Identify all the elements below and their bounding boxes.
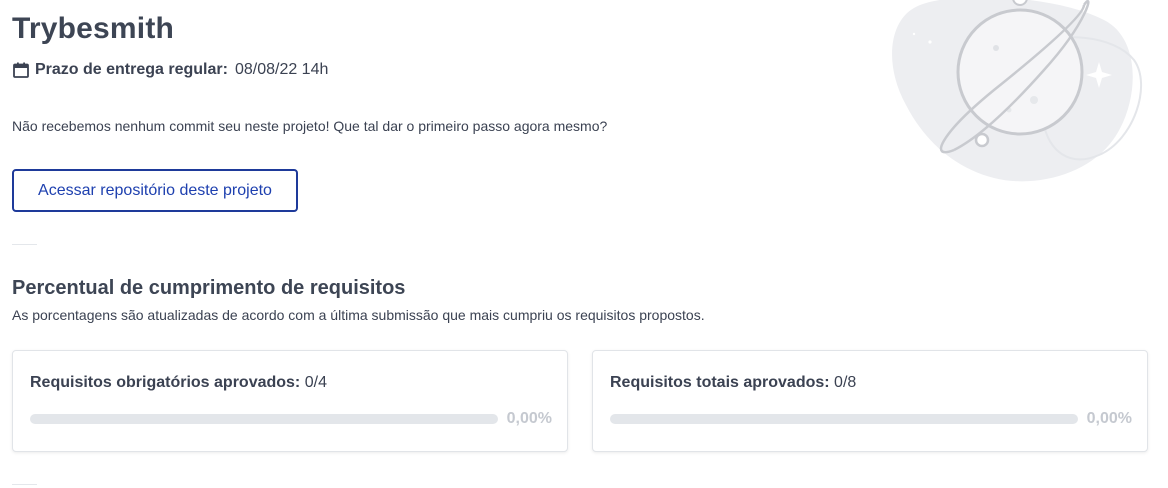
total-requirements-card: Requisitos totais aprovados: 0/8 0,00% xyxy=(592,350,1148,452)
deadline-row: Prazo de entrega regular: 08/08/22 14h xyxy=(12,61,328,79)
requirements-title: Percentual de cumprimento de requisitos xyxy=(12,277,406,299)
card-heading: Requisitos totais aprovados: 0/8 xyxy=(610,374,856,392)
requirements-subtitle: As porcentagens são atualizadas de acord… xyxy=(12,307,705,323)
project-title: Trybesmith xyxy=(12,12,175,45)
card-label: Requisitos totais aprovados: xyxy=(610,374,830,391)
card-count: 0/8 xyxy=(834,374,857,391)
divider xyxy=(12,484,37,485)
progress-bar xyxy=(30,414,498,424)
repo-access-button[interactable]: Acessar repositório deste projeto xyxy=(12,169,298,212)
card-label: Requisitos obrigatórios aprovados: xyxy=(30,374,301,391)
card-count: 0/4 xyxy=(304,374,327,391)
card-heading: Requisitos obrigatórios aprovados: 0/4 xyxy=(30,374,327,392)
progress-percent: 0,00% xyxy=(506,410,552,427)
calendar-icon xyxy=(12,61,30,79)
deadline-label: Prazo de entrega regular: xyxy=(35,61,228,78)
no-commit-message: Não recebemos nenhum commit seu neste pr… xyxy=(12,118,608,134)
deadline-value: 08/08/22 14h xyxy=(234,61,329,78)
divider xyxy=(12,244,37,245)
progress-percent: 0,00% xyxy=(1086,410,1132,427)
progress-bar xyxy=(610,414,1078,424)
project-page: Trybesmith Prazo de entrega regular: 08/… xyxy=(0,0,1168,488)
planet-illustration xyxy=(884,0,1154,190)
mandatory-requirements-card: Requisitos obrigatórios aprovados: 0/4 0… xyxy=(12,350,568,452)
